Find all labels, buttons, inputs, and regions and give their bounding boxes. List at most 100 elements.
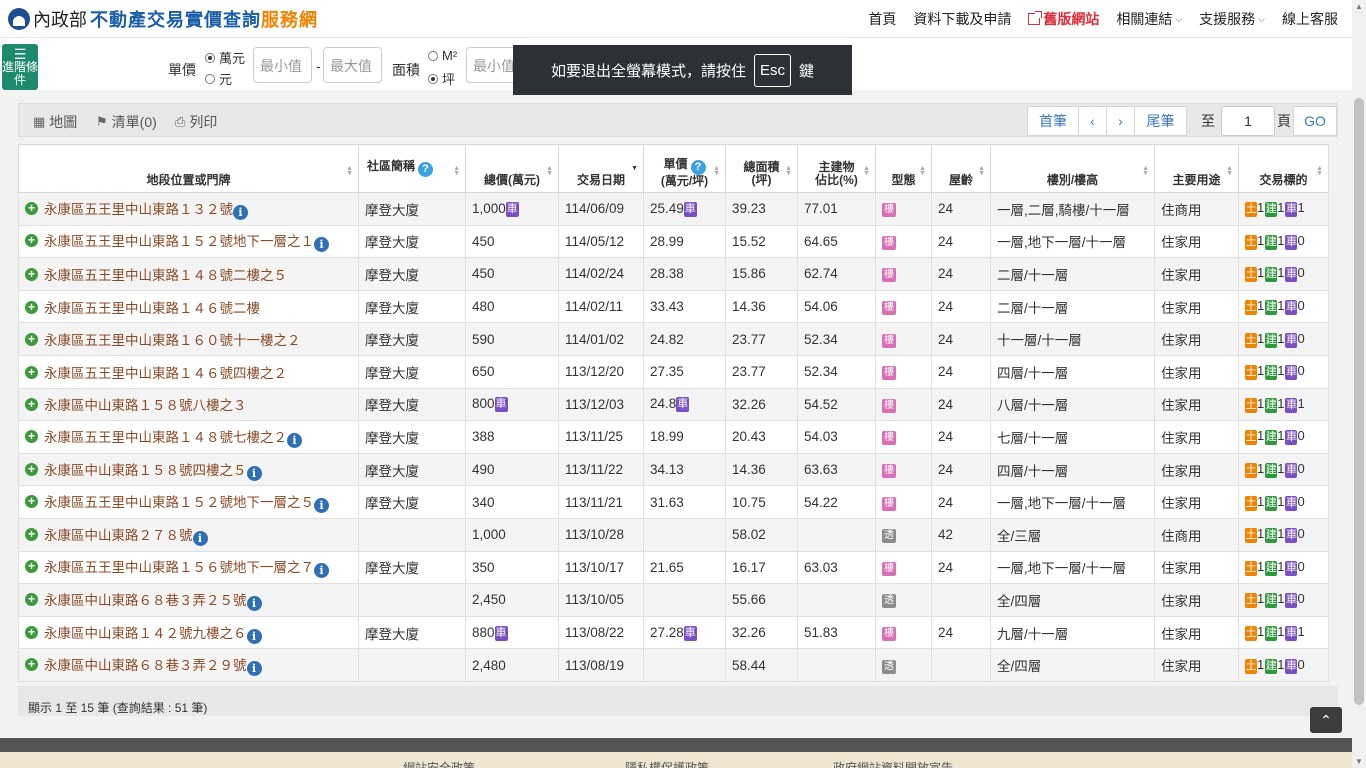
expand-plus-icon[interactable]: + <box>25 625 38 639</box>
expand-plus-icon[interactable]: + <box>25 398 38 412</box>
nav-download[interactable]: 資料下載及申請 <box>913 9 1011 29</box>
address-link[interactable]: 永康區五王里中山東路１４６號四樓之２ <box>44 366 287 381</box>
table-row[interactable]: + 永康區五王里中山東路１５２號地下一層之５ i 摩登大廈 340 113/11/21 31… <box>18 485 1329 519</box>
col-address[interactable]: 地段位置或門牌 ▲ ▼ <box>18 144 359 193</box>
table-row[interactable]: + 永康區中山東路１４２號九樓之６ i 摩登大廈 880車 113/08/22 27.28車… <box>18 615 1329 650</box>
table-row[interactable]: + 永康區五王里中山東路１６０號十一樓之２ 摩登大廈 590 114/01/02 24.8… <box>18 322 1329 356</box>
expand-plus-icon[interactable]: + <box>25 234 38 248</box>
table-row[interactable]: + 永康區中山東路２７８號 i 1,000 113/10/28 58.02 透 42 全/三層住… <box>18 517 1329 552</box>
page-scrollbar[interactable]: ▲ ▼ <box>1352 0 1366 768</box>
expand-plus-icon[interactable]: + <box>25 495 38 509</box>
scrollbar-thumb[interactable] <box>1354 98 1364 705</box>
col-total[interactable]: 總價(萬元) ▲ ▼ <box>465 144 559 193</box>
expand-plus-icon[interactable]: + <box>25 267 38 281</box>
address-link[interactable]: 永康區中山東路６８巷３弄２５號 <box>44 593 247 608</box>
col-type[interactable]: 型態 ▲ ▼ <box>875 144 932 193</box>
address-link[interactable]: 永康區五王里中山東路１４８號二樓之５ <box>44 268 287 283</box>
table-row[interactable]: + 永康區五王里中山東路１５２號地下一層之１ i 摩登大廈 450 114/05/12 28… <box>18 224 1329 259</box>
unit-wan-radio[interactable]: 萬元 <box>205 48 245 67</box>
footer-privacy-policy-link[interactable]: 隱私權保護政策 <box>625 759 709 768</box>
col-main-ratio[interactable]: 主建物 佔比(%) ▲ ▼ <box>797 144 876 193</box>
info-icon[interactable]: i <box>287 432 302 448</box>
info-icon[interactable]: i <box>246 595 262 611</box>
nav-links[interactable]: 相關連結 ⌵ <box>1116 9 1182 29</box>
info-icon[interactable]: i <box>314 237 329 253</box>
address-link[interactable]: 永康區五王里中山東路１４８號七樓之２ <box>44 430 287 445</box>
col-area[interactable]: 總面積 (坪) ▲ ▼ <box>725 144 798 193</box>
address-link[interactable]: 永康區五王里中山東路１５６號地下一層之７ <box>44 560 314 575</box>
table-row[interactable]: + 永康區五王里中山東路１３２號 i 摩登大廈 1,000車 114/06/09 25.49… <box>18 192 1329 226</box>
col-date[interactable]: 交易日期 ▼ <box>558 144 644 193</box>
advanced-filter-button[interactable]: ☰ 進階條件 <box>2 44 38 90</box>
back-to-top-button[interactable]: ⌃ <box>1310 707 1342 733</box>
table-row[interactable]: + 永康區中山東路１５８號八樓之３ 摩登大廈 800車 113/12/03 24.8車 32… <box>18 387 1329 422</box>
nav-online-service[interactable]: 線上客服 <box>1282 9 1338 29</box>
help-icon[interactable]: ? <box>690 160 706 175</box>
area-ping-radio[interactable]: 坪 <box>428 69 455 88</box>
table-row[interactable]: + 永康區五王里中山東路１４６號四樓之２ 摩登大廈 650 113/12/20 27.35… <box>18 354 1329 389</box>
col-unit-price[interactable]: 單價? (萬元/坪) ▲ ▼ <box>643 144 726 193</box>
prev-page-button[interactable]: ‹ <box>1079 106 1107 136</box>
nav-home[interactable]: 首頁 <box>868 9 896 29</box>
expand-plus-icon[interactable]: + <box>25 462 38 476</box>
footer-open-data-link[interactable]: 政府網站資料開放宣告 <box>833 759 953 768</box>
scroll-down-icon[interactable]: ▼ <box>1355 757 1363 766</box>
unit-yuan-radio[interactable]: 元 <box>205 69 232 88</box>
scroll-up-icon[interactable]: ▲ <box>1355 2 1363 11</box>
site-logo[interactable]: 內政部 不動產交易實價查詢 服務網 <box>8 6 318 32</box>
help-icon[interactable]: ? <box>418 162 434 177</box>
table-row[interactable]: + 永康區中山東路６８巷３弄２９號 i 2,480 113/08/19 58.44 透 全/四… <box>18 648 1329 682</box>
address-link[interactable]: 永康區中山東路１５８號八樓之３ <box>44 398 247 413</box>
expand-plus-icon[interactable]: + <box>25 658 38 672</box>
address-link[interactable]: 永康區五王里中山東路１６０號十一樓之２ <box>44 333 301 348</box>
address-link[interactable]: 永康區五王里中山東路１３２號 <box>44 202 233 217</box>
table-row[interactable]: + 永康區五王里中山東路１４８號七樓之２ i 摩登大廈 388 113/11/25 18.9… <box>18 420 1329 454</box>
area-m2-radio[interactable]: M² <box>428 48 457 63</box>
table-row[interactable]: + 永康區五王里中山東路１５６號地下一層之７ i 摩登大廈 350 113/10/17 21… <box>18 550 1329 585</box>
expand-plus-icon[interactable]: + <box>25 365 38 379</box>
go-button[interactable]: GO <box>1293 106 1337 136</box>
info-icon[interactable]: i <box>314 563 329 579</box>
expand-plus-icon[interactable]: + <box>25 333 38 347</box>
nav-support[interactable]: 支援服務 ⌵ <box>1199 9 1265 29</box>
last-page-button[interactable]: 尾筆 <box>1135 106 1187 136</box>
col-target[interactable]: 交易標的 ▲ ▼ <box>1238 144 1329 193</box>
info-icon[interactable]: i <box>246 661 262 677</box>
info-icon[interactable]: i <box>192 530 208 546</box>
expand-plus-icon[interactable]: + <box>25 201 38 215</box>
table-row[interactable]: + 永康區中山東路１５８號四樓之５ i 摩登大廈 490 113/11/22 34.13 14… <box>18 452 1329 487</box>
expand-plus-icon[interactable]: + <box>25 300 38 314</box>
info-icon[interactable]: i <box>246 628 262 644</box>
info-icon[interactable]: i <box>233 204 248 220</box>
expand-plus-icon[interactable]: + <box>25 560 38 574</box>
address-link[interactable]: 永康區中山東路１４２號九樓之６ <box>44 626 247 641</box>
expand-plus-icon[interactable]: + <box>25 429 38 443</box>
address-link[interactable]: 永康區中山東路１５８號四樓之５ <box>44 463 247 478</box>
page-number-input[interactable]: 1 <box>1221 106 1275 136</box>
unit-price-min-input[interactable]: 最小值 <box>253 47 312 83</box>
first-page-button[interactable]: 首筆 <box>1027 106 1079 136</box>
unit-price-max-input[interactable]: 最大值 <box>323 47 382 83</box>
saved-list-button[interactable]: ⚑ 清單(0) <box>96 112 157 132</box>
footer-security-policy-link[interactable]: 網站安全政策 <box>403 759 475 768</box>
print-button[interactable]: ⎙ 列印 <box>175 112 217 132</box>
address-link[interactable]: 永康區五王里中山東路１５２號地下一層之５ <box>44 495 314 510</box>
address-link[interactable]: 永康區中山東路６８巷３弄２９號 <box>44 658 247 673</box>
info-icon[interactable]: i <box>314 498 329 514</box>
table-row[interactable]: + 永康區五王里中山東路１４６號二樓 摩登大廈 480 114/02/11 33.43 14… <box>18 289 1329 324</box>
col-age[interactable]: 屋齡 ▲ ▼ <box>931 144 991 193</box>
col-use[interactable]: 主要用途 ▲ ▼ <box>1154 144 1239 193</box>
info-icon[interactable]: i <box>246 465 262 481</box>
col-community[interactable]: 社區簡稱? ▲ ▼ <box>358 144 466 193</box>
expand-plus-icon[interactable]: + <box>25 592 38 606</box>
col-floor[interactable]: 樓別/樓高 ▲ ▼ <box>990 144 1155 193</box>
expand-plus-icon[interactable]: + <box>25 527 38 541</box>
map-view-button[interactable]: ▦ 地圖 <box>33 112 77 132</box>
address-link[interactable]: 永康區五王里中山東路１４６號二樓 <box>44 301 260 316</box>
nav-old-site[interactable]: 舊版網站 <box>1028 9 1099 29</box>
next-page-button[interactable]: › <box>1107 106 1135 136</box>
table-row[interactable]: + 永康區中山東路６８巷３弄２５號 i 2,450 113/10/05 55.66 透 全/四… <box>18 583 1329 617</box>
address-link[interactable]: 永康區五王里中山東路１５２號地下一層之１ <box>44 234 314 249</box>
address-link[interactable]: 永康區中山東路２７８號 <box>44 528 193 543</box>
table-row[interactable]: + 永康區五王里中山東路１４８號二樓之５ 摩登大廈 450 114/02/24 28.38… <box>18 257 1329 291</box>
